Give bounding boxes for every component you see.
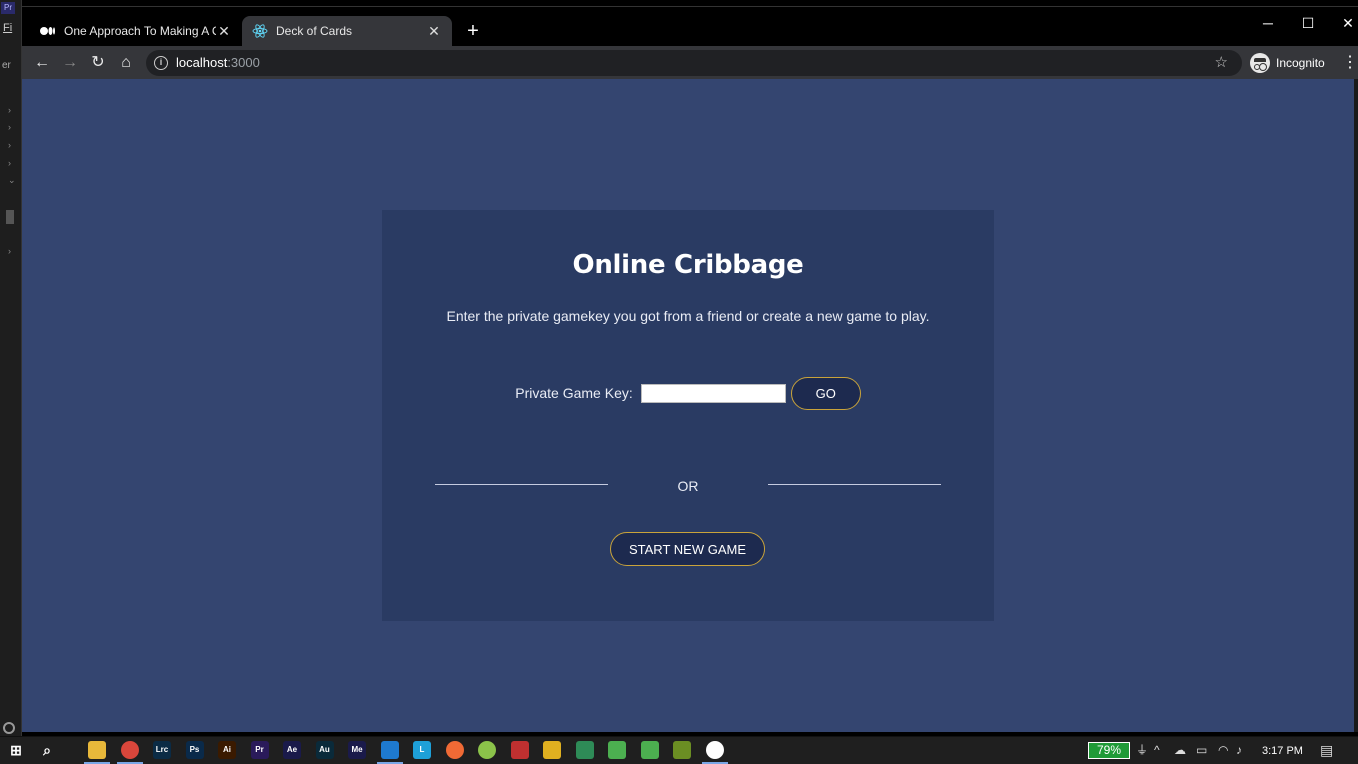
chevron-right-icon: › xyxy=(8,246,11,256)
vscode-icon[interactable] xyxy=(380,741,399,759)
chevron-right-icon: › xyxy=(8,122,11,132)
chevron-right-icon: › xyxy=(8,158,11,168)
wifi-icon[interactable]: ◠ xyxy=(1218,741,1228,759)
creative-cloud-icon xyxy=(3,722,15,734)
start-new-game-button[interactable]: START NEW GAME xyxy=(610,532,765,566)
tool-app-1-icon[interactable] xyxy=(608,741,626,759)
background-side-text: er xyxy=(2,60,11,71)
page-viewport: Online Cribbage Enter the private gameke… xyxy=(22,79,1354,732)
volume-icon[interactable]: ♪ xyxy=(1236,741,1242,759)
new-tab-button[interactable]: + xyxy=(462,20,484,42)
tool-app-2-icon[interactable] xyxy=(640,741,659,759)
search-icon[interactable]: ⌕ xyxy=(38,741,56,759)
incognito-badge[interactable]: Incognito xyxy=(1250,51,1325,75)
file-explorer-icon[interactable] xyxy=(88,741,106,759)
close-icon[interactable]: ✕ xyxy=(216,23,232,40)
go-button[interactable]: GO xyxy=(790,376,861,410)
bookmark-star-icon[interactable]: ☆ xyxy=(1215,53,1228,71)
maximize-button[interactable]: ☐ xyxy=(1288,12,1328,34)
globe-app-icon[interactable] xyxy=(705,741,724,759)
system-clock[interactable]: 3:17 PM xyxy=(1262,742,1303,760)
lightroom-classic-icon[interactable]: Lrc xyxy=(153,741,171,759)
android-studio-icon[interactable] xyxy=(478,741,496,759)
chevron-right-icon: › xyxy=(8,105,11,115)
pen-app-icon[interactable] xyxy=(543,741,561,759)
forward-arrow-icon[interactable]: → xyxy=(58,51,82,75)
divider-right xyxy=(768,484,941,485)
close-window-button[interactable]: ✕ xyxy=(1328,12,1358,34)
tab-medium-article[interactable]: One Approach To Making A Card ✕ xyxy=(30,16,242,46)
or-separator: OR xyxy=(677,478,699,494)
terminal-app-icon[interactable] xyxy=(575,741,594,759)
address-bar[interactable]: i localhost:3000 ☆ xyxy=(146,50,1242,76)
back-arrow-icon[interactable]: ← xyxy=(30,51,54,75)
premiere-pro-icon[interactable]: Pr xyxy=(250,741,269,759)
react-logo-icon xyxy=(252,23,268,39)
after-effects-icon[interactable]: Ae xyxy=(283,741,301,759)
battery-indicator[interactable]: 79% xyxy=(1088,742,1130,759)
illustrator-icon[interactable]: Ai xyxy=(218,741,236,759)
power-plug-icon[interactable]: ⏚ xyxy=(1136,741,1148,759)
reload-icon[interactable]: ↻ xyxy=(86,51,110,75)
chevron-right-icon: › xyxy=(8,140,11,150)
audition-icon[interactable]: Au xyxy=(315,741,334,759)
windows-taskbar: ⊞ ⌕ Lrc Ps Ai Pr Ae Au Me L 79% ⏚ ^ ☁ ▭ ◠ ♪ 3:1… xyxy=(0,736,1358,764)
lucid-icon[interactable]: L xyxy=(413,741,431,759)
game-key-row: Private Game Key: GO xyxy=(382,376,994,410)
chevron-up-icon[interactable]: ^ xyxy=(1154,741,1160,759)
tab-title: Deck of Cards xyxy=(276,24,353,38)
background-app-strip: Pr Fi er › › › › ⌄ › xyxy=(0,0,22,738)
tab-title: One Approach To Making A Card xyxy=(64,24,216,38)
browser-titlebar: One Approach To Making A Card ✕ Deck of … xyxy=(22,0,1358,46)
windows-start-icon[interactable]: ⊞ xyxy=(7,741,25,759)
join-game-panel: Online Cribbage Enter the private gameke… xyxy=(382,210,994,621)
chevron-down-icon: ⌄ xyxy=(8,175,16,185)
home-icon[interactable]: ⌂ xyxy=(114,51,138,75)
postman-icon[interactable] xyxy=(445,741,464,759)
chrome-icon[interactable] xyxy=(120,741,139,759)
incognito-icon xyxy=(1250,53,1270,73)
page-subtitle: Enter the private gamekey you got from a… xyxy=(446,308,930,324)
incognito-label: Incognito xyxy=(1276,56,1325,70)
minimize-button[interactable]: ─ xyxy=(1248,12,1288,34)
close-icon[interactable]: ✕ xyxy=(426,23,442,40)
game-key-label: Private Game Key: xyxy=(515,385,633,401)
scroll-thumb xyxy=(6,210,14,224)
page-title: Online Cribbage xyxy=(572,250,804,280)
medium-logo-icon xyxy=(40,23,56,39)
media-encoder-icon[interactable]: Me xyxy=(348,741,366,759)
tab-deck-of-cards[interactable]: Deck of Cards ✕ xyxy=(242,16,452,46)
notifications-icon[interactable]: ▤ xyxy=(1320,741,1333,759)
game-key-input[interactable] xyxy=(640,383,786,403)
browser-toolbar: ← → ↻ ⌂ i localhost:3000 ☆ Incognito ⋮ xyxy=(22,46,1358,79)
info-icon[interactable]: i xyxy=(154,56,168,70)
game-app-icon[interactable] xyxy=(510,741,529,759)
battery-icon[interactable]: ▭ xyxy=(1196,741,1207,759)
kebab-menu-icon[interactable]: ⋮ xyxy=(1342,51,1358,75)
photoshop-icon[interactable]: Ps xyxy=(185,741,204,759)
background-menu-text: Fi xyxy=(3,22,13,34)
premiere-badge: Pr xyxy=(1,2,15,14)
onedrive-cloud-icon[interactable]: ☁ xyxy=(1174,741,1186,759)
tree-app-icon[interactable] xyxy=(673,741,691,759)
url-text[interactable]: localhost:3000 xyxy=(176,55,260,70)
